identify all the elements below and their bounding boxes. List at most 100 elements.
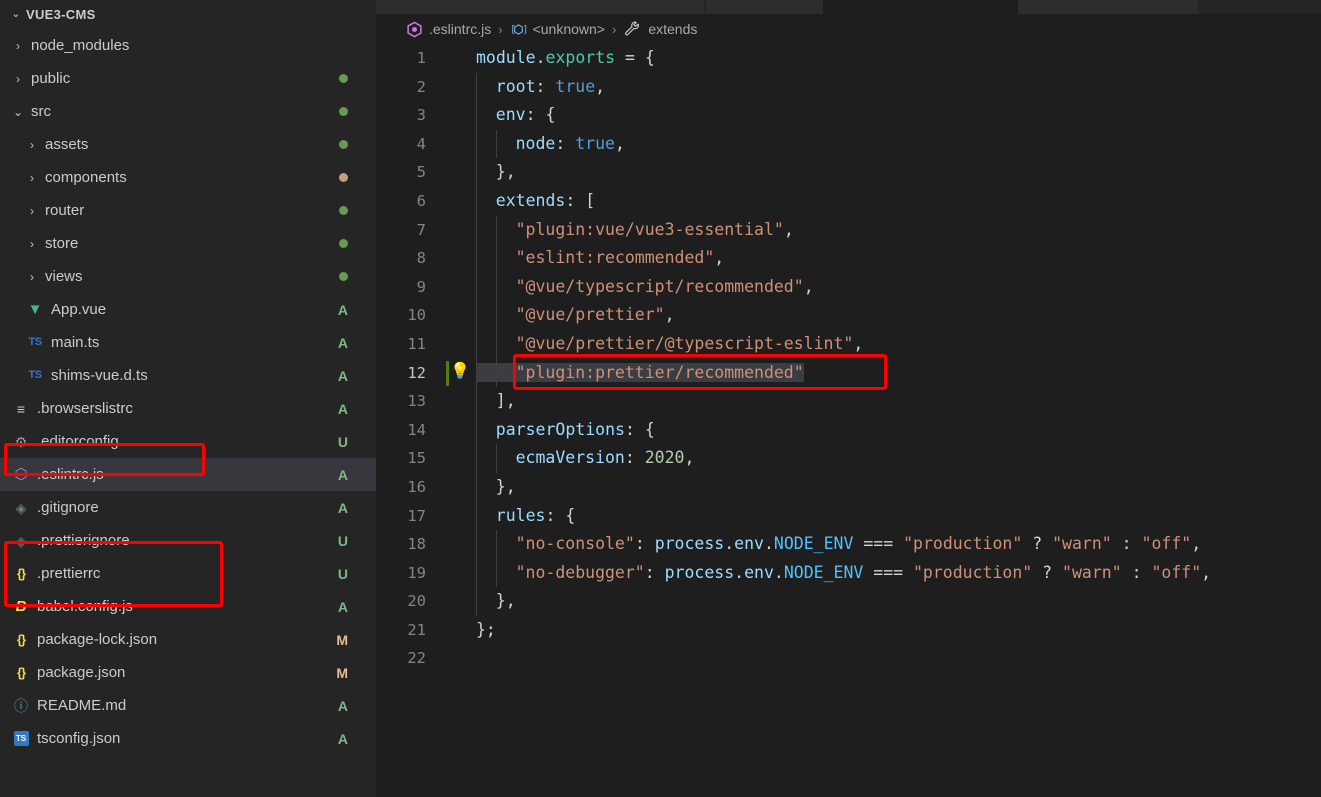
tree-file--prettierignore[interactable]: ◈ .prettierignore U: [0, 524, 376, 557]
svg-text:]: ]: [522, 24, 527, 35]
tree-folder-node-modules[interactable]: › node_modules: [0, 29, 376, 62]
git-status-badge: A: [337, 334, 348, 351]
tree-file-babel-config-js[interactable]: Bbabel.config.js A: [0, 590, 376, 623]
selected-code-text: "plugin:prettier/recommended": [476, 362, 804, 382]
chevron-right-icon[interactable]: ›: [22, 238, 42, 250]
code-tokens: "no-debugger": process.env.NODE_ENV === …: [476, 563, 1211, 582]
tree-file--prettierrc[interactable]: {} .prettierrc U: [0, 557, 376, 590]
code-line[interactable]: 16},: [376, 472, 1321, 502]
tree-file--gitignore[interactable]: ◈ .gitignore A: [0, 491, 376, 524]
editor-gutter: [438, 73, 472, 102]
typescript-icon: TS: [28, 336, 42, 348]
indent-guide: [476, 129, 477, 159]
git-status-badge: U: [337, 532, 348, 549]
line-number: 18: [407, 535, 426, 554]
code-line[interactable]: 22: [376, 644, 1321, 673]
chevron-right-icon[interactable]: ›: [8, 40, 28, 52]
code-token: process: [654, 534, 725, 554]
editor-tab[interactable]: [1018, 0, 1198, 14]
chevron-down-icon[interactable]: ⌄: [8, 106, 28, 118]
line-number: 13: [407, 392, 426, 411]
chevron-right-icon[interactable]: ›: [22, 139, 42, 151]
code-line[interactable]: 4 node: true,: [376, 129, 1321, 159]
lightbulb-icon[interactable]: 💡: [450, 362, 470, 379]
code-token: ,: [664, 305, 675, 325]
code-line[interactable]: 8 "eslint:recommended",: [376, 244, 1321, 273]
code-line[interactable]: 19 "no-debugger": process.env.NODE_ENV ==…: [376, 558, 1321, 588]
code-token: ,: [783, 219, 794, 239]
chevron-right-icon[interactable]: ›: [22, 205, 42, 217]
code-line[interactable]: 2 root: true,: [376, 72, 1321, 102]
json-icon: {}: [16, 566, 26, 581]
tree-file-readme-md[interactable]: ⓘ README.md A: [0, 689, 376, 722]
code-line[interactable]: 7 "plugin:vue/vue3-essential",: [376, 215, 1321, 245]
chevron-right-icon[interactable]: ›: [8, 73, 28, 85]
editor-tab[interactable]: [376, 0, 704, 14]
git-icon: ◈: [15, 499, 27, 516]
indent-guide: [476, 358, 477, 388]
indent-guide: [476, 501, 477, 531]
code-line-text: "no-console": process.env.NODE_ENV === "…: [472, 530, 1321, 559]
breadcrumb-symbol[interactable]: [ ] <unknown>: [510, 21, 605, 37]
explorer-root-folder[interactable]: ⌄ VUE3-CMS: [0, 0, 376, 29]
wrench-icon: [623, 21, 642, 38]
code-line[interactable]: 9 "@vue/typescript/recommended",: [376, 272, 1321, 302]
code-line[interactable]: 20},: [376, 587, 1321, 616]
tree-item-label: store: [45, 235, 79, 252]
code-line[interactable]: 21};: [376, 616, 1321, 645]
code-line[interactable]: 15 ecmaVersion: 2020,: [376, 444, 1321, 473]
indent-guide: [495, 530, 497, 559]
tree-file-package-lock-json[interactable]: {} package-lock.json M: [0, 623, 376, 656]
editor-tab[interactable]: [706, 0, 823, 14]
code-line[interactable]: 10 "@vue/prettier",: [376, 301, 1321, 330]
code-token: };: [476, 619, 496, 639]
code-line[interactable]: 18 "no-console": process.env.NODE_ENV ===…: [376, 530, 1321, 559]
code-editor[interactable]: 1 module.exports = {2 root: true, 3 env: {4 n…: [376, 44, 1321, 673]
tree-file--editorconfig[interactable]: ⚙ .editorconfig U: [0, 425, 376, 458]
tree-file-package-json[interactable]: {} package.json M: [0, 656, 376, 689]
code-token: :: [545, 505, 566, 525]
chevron-right-icon[interactable]: ›: [22, 172, 42, 184]
tree-folder-components[interactable]: › components: [0, 161, 376, 194]
tree-file-shims-vue-d-ts[interactable]: TS shims-vue.d.ts A: [0, 359, 376, 392]
tree-file--eslintrc-js[interactable]: ⬡ .eslintrc.js A: [0, 458, 376, 491]
code-line[interactable]: 6 extends: [: [376, 186, 1321, 216]
breadcrumb-file[interactable]: .eslintrc.js: [406, 21, 491, 38]
code-line[interactable]: 11 "@vue/prettier/@typescript-eslint",: [376, 329, 1321, 359]
code-line[interactable]: 3 env: {: [376, 101, 1321, 130]
tree-folder-store[interactable]: › store: [0, 227, 376, 260]
git-status-badge: A: [337, 697, 348, 714]
tree-file-main-ts[interactable]: TS main.ts A: [0, 326, 376, 359]
vue-icon: ▼: [27, 301, 43, 318]
code-line[interactable]: 17 rules: {: [376, 501, 1321, 531]
code-line[interactable]: 5},: [376, 158, 1321, 187]
tree-file-app-vue[interactable]: ▼ App.vue A: [0, 293, 376, 326]
tree-folder-src[interactable]: ⌄ src: [0, 95, 376, 128]
code-token: true: [575, 133, 615, 153]
code-line[interactable]: 13],: [376, 387, 1321, 416]
code-line[interactable]: 1 module.exports = {: [376, 44, 1321, 73]
tree-file--browserslistrc[interactable]: ≡ .browserslistrc A: [0, 392, 376, 425]
indent-guide: [476, 272, 477, 302]
tree-item-label: shims-vue.d.ts: [51, 367, 148, 384]
tree-item-label: .gitignore: [37, 499, 99, 516]
breadcrumb-member[interactable]: extends: [623, 21, 697, 38]
editor-tab-active[interactable]: [823, 0, 1018, 14]
tree-folder-assets[interactable]: › assets: [0, 128, 376, 161]
chevron-right-icon[interactable]: ›: [22, 271, 42, 283]
editor-gutter: [438, 444, 472, 473]
tree-folder-views[interactable]: › views: [0, 260, 376, 293]
code-token: .: [763, 534, 774, 554]
code-line-text: extends: [: [472, 186, 1321, 216]
tree-file-tsconfig-json[interactable]: TS tsconfig.json A: [0, 722, 376, 755]
editor-gutter: [438, 387, 472, 416]
code-line[interactable]: 12 💡 "plugin:prettier/recommended": [376, 358, 1321, 388]
code-token: "@vue/prettier": [515, 305, 665, 325]
code-line[interactable]: 14 parserOptions: {: [376, 415, 1321, 445]
breadcrumb-file-label: .eslintrc.js: [429, 21, 492, 37]
git-status-badge: A: [337, 400, 348, 417]
tree-folder-router[interactable]: › router: [0, 194, 376, 227]
eslint-icon: [406, 21, 423, 38]
tree-folder-public[interactable]: › public: [0, 62, 376, 95]
git-status-badge: A: [337, 598, 348, 615]
